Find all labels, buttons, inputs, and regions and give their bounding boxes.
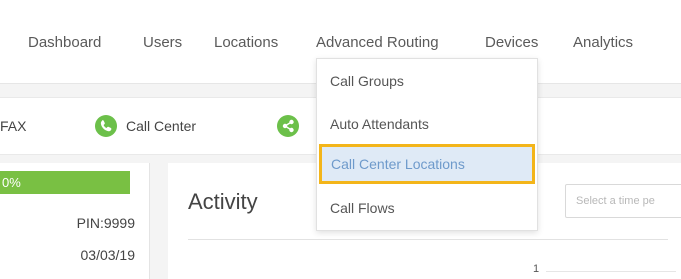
phone-icon (95, 115, 117, 137)
menu-item-label: Call Groups (330, 73, 404, 89)
location-summary-panel: 0% PIN:9999 03/03/19 (0, 163, 150, 279)
nav-locations[interactable]: Locations (214, 34, 278, 51)
date-value: 03/03/19 (80, 247, 136, 263)
time-select-placeholder: Select a time pe (576, 195, 655, 207)
menu-item-label: Call Flows (330, 200, 395, 216)
chart-gridline (546, 271, 676, 272)
time-period-select[interactable]: Select a time pe (565, 184, 681, 218)
menu-item-auto-attendants[interactable]: Auto Attendants (317, 106, 537, 142)
menu-item-call-groups[interactable]: Call Groups (317, 63, 537, 99)
chart-axis-tick: 1 (533, 263, 540, 275)
menu-item-label: Auto Attendants (330, 116, 429, 132)
nav-advanced-routing[interactable]: Advanced Routing (316, 34, 439, 51)
share-icon[interactable] (277, 115, 299, 137)
call-center-link[interactable]: Call Center (126, 118, 196, 134)
nav-devices[interactable]: Devices (485, 34, 538, 51)
menu-item-call-flows[interactable]: Call Flows (317, 190, 537, 226)
progress-bar: 0% (0, 171, 130, 194)
divider (188, 239, 668, 240)
nav-analytics[interactable]: Analytics (573, 34, 633, 51)
pin-value: PIN:9999 (76, 215, 135, 231)
menu-item-call-center-locations[interactable]: Call Center Locations (319, 144, 535, 184)
progress-text: 0% (2, 175, 21, 190)
activity-title: Activity (188, 189, 258, 214)
fax-link[interactable]: FAX (0, 118, 26, 134)
advanced-routing-dropdown: Call Groups Auto Attendants Call Center … (316, 58, 538, 231)
nav-users[interactable]: Users (143, 34, 182, 51)
menu-item-label: Call Center Locations (331, 156, 465, 172)
nav-dashboard[interactable]: Dashboard (28, 34, 101, 51)
